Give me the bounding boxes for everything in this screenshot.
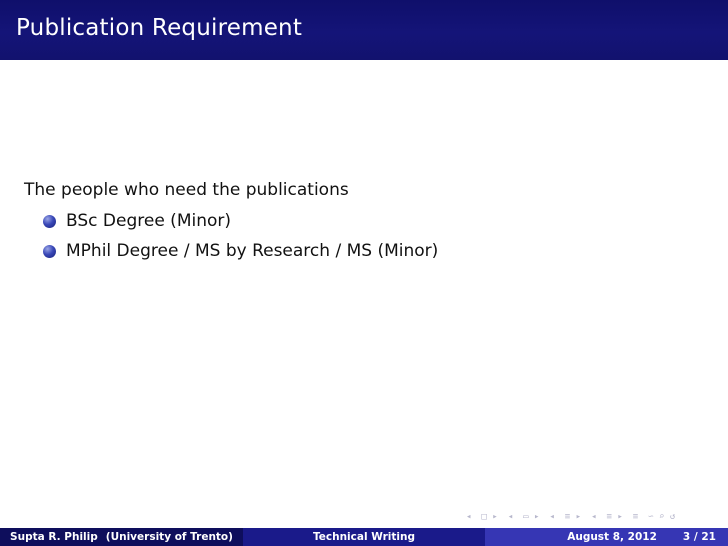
slide-content: The people who need the publications BSc… (24, 180, 438, 266)
nav-next-frame-icon[interactable]: ▭ ▸ (523, 512, 539, 522)
slide-title: Publication Requirement (16, 15, 303, 41)
footer-author: Supta R. Philip (10, 531, 98, 543)
footer-institution: (University of Trento) (105, 531, 233, 543)
nav-align-icon[interactable]: ≡ (633, 512, 638, 522)
footer-date: August 8, 2012 (567, 531, 657, 543)
bullet-text: BSc Degree (Minor) (66, 211, 232, 231)
footer-date-box: August 8, 2012 3 / 21 (485, 528, 728, 546)
navigation-symbols: ◂ □ ▸ ◂ ▭ ▸ ◂ ≡ ▸ ◂ ≡ ▸ ≡ ∽ ⌕ ↺ (466, 510, 675, 524)
bullet-text: MPhil Degree / MS by Research / MS (Mino… (66, 241, 439, 261)
footer-page-number: 3 / 21 (682, 531, 716, 543)
footer-short-title: Technical Writing (312, 531, 415, 543)
intro-text: The people who need the publications (24, 180, 349, 200)
nav-next-slide-icon[interactable]: □ ▸ (481, 512, 497, 522)
nav-prev-section-icon[interactable]: ◂ (549, 512, 554, 522)
nav-next-subsection-icon[interactable]: ≡ ▸ (606, 512, 622, 522)
bullet-ball-icon (43, 245, 56, 258)
nav-prev-subsection-icon[interactable]: ◂ (591, 512, 596, 522)
footer-title-box: Technical Writing (243, 528, 485, 546)
nav-next-section-icon[interactable]: ≡ ▸ (565, 512, 581, 522)
bullet-item: MPhil Degree / MS by Research / MS (Mino… (24, 236, 438, 266)
bullet-item: BSc Degree (Minor) (24, 206, 438, 236)
bullet-ball-icon (43, 215, 56, 228)
slide-title-bar: Publication Requirement (0, 0, 728, 60)
nav-prev-frame-icon[interactable]: ◂ (508, 512, 513, 522)
nav-prev-slide-icon[interactable]: ◂ (466, 512, 471, 522)
nav-search-icon[interactable]: ∽ ⌕ ↺ (648, 512, 675, 522)
bullet-list: BSc Degree (Minor) MPhil Degree / MS by … (24, 206, 438, 266)
footer-bar: Supta R. Philip (University of Trento) T… (0, 528, 728, 546)
footer-author-box: Supta R. Philip (University of Trento) (0, 528, 243, 546)
